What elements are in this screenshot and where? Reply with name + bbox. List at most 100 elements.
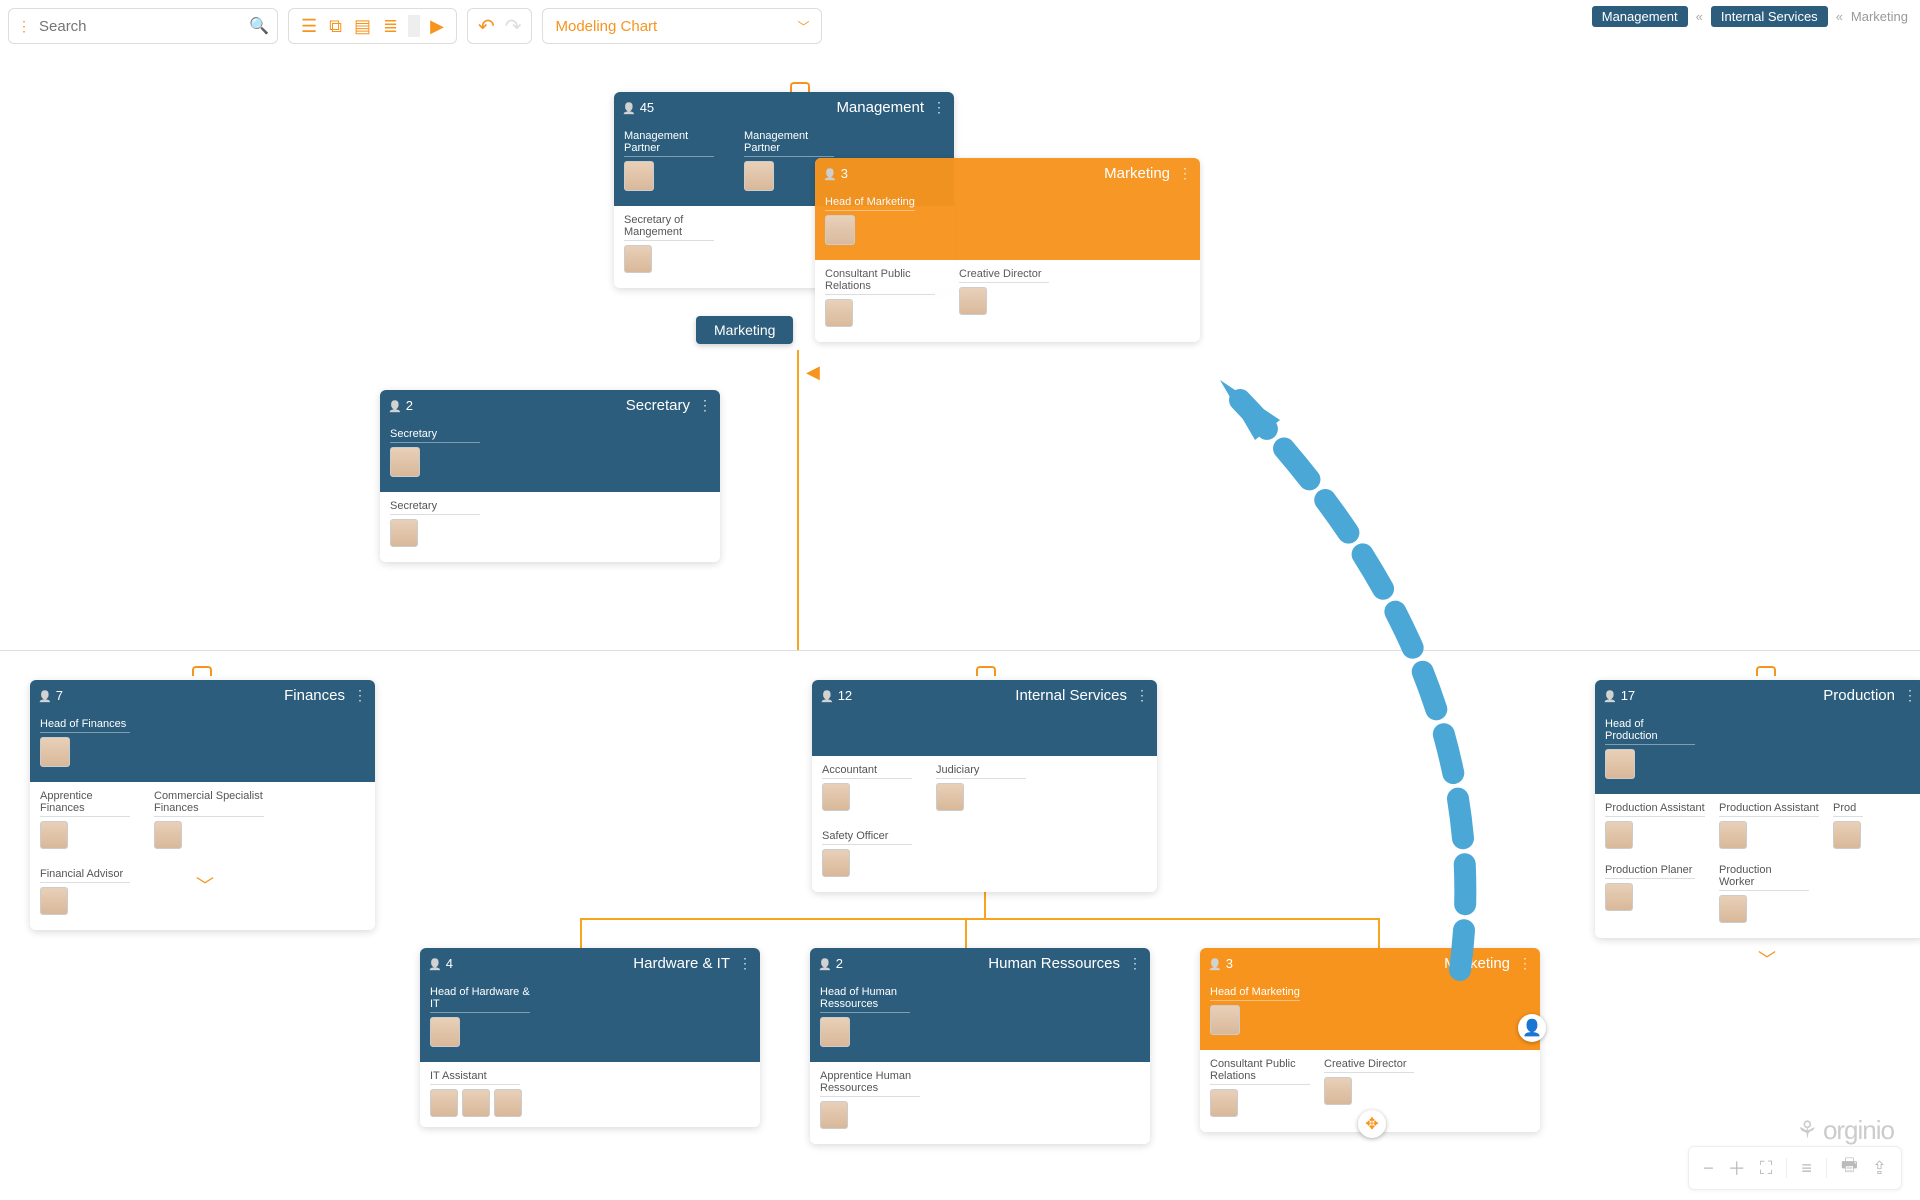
share-icon[interactable]: ⇪ bbox=[1872, 1158, 1887, 1179]
card-title: Finances bbox=[63, 687, 345, 704]
role-label: IT Assistant bbox=[430, 1070, 520, 1085]
headcount: 4 bbox=[428, 956, 453, 971]
card-tag-marketing[interactable]: Marketing bbox=[696, 316, 793, 344]
person-icon bbox=[820, 688, 834, 703]
collapse-node-icon[interactable] bbox=[192, 666, 212, 676]
avatar[interactable] bbox=[744, 161, 774, 191]
avatar[interactable] bbox=[1210, 1005, 1240, 1035]
card-title: Marketing bbox=[1233, 955, 1510, 972]
role-label: Head of Finances bbox=[40, 718, 130, 733]
avatar[interactable] bbox=[1605, 821, 1633, 849]
drag-arrow-icon bbox=[1200, 370, 1520, 990]
role-label: Head of Hardware & IT bbox=[430, 986, 530, 1013]
role-label: Management Partner bbox=[744, 130, 834, 157]
person-icon bbox=[388, 398, 402, 413]
connector bbox=[580, 918, 1380, 920]
headcount: 2 bbox=[818, 956, 843, 971]
avatar[interactable] bbox=[390, 519, 418, 547]
role-label: Head of Production bbox=[1605, 718, 1695, 745]
card-menu-icon[interactable]: ⋮ bbox=[698, 397, 712, 414]
person-icon bbox=[38, 688, 52, 703]
card-menu-icon[interactable]: ⋮ bbox=[1178, 165, 1192, 182]
avatar[interactable] bbox=[1833, 821, 1861, 849]
card-title: Production bbox=[1635, 687, 1895, 704]
avatar[interactable] bbox=[40, 887, 68, 915]
avatar[interactable] bbox=[40, 821, 68, 849]
avatar[interactable] bbox=[1210, 1089, 1238, 1117]
expand-down-icon[interactable]: ﹀ bbox=[196, 872, 214, 898]
collapse-node-icon[interactable] bbox=[976, 666, 996, 676]
avatar[interactable] bbox=[390, 447, 420, 477]
connector bbox=[0, 650, 1920, 651]
person-icon bbox=[622, 100, 636, 115]
role-label: Production Worker bbox=[1719, 864, 1809, 891]
drag-move-badge-icon[interactable]: ✥ bbox=[1358, 1110, 1386, 1138]
role-label: Consultant Public Relations bbox=[825, 268, 935, 295]
person-icon bbox=[1603, 688, 1617, 703]
card-menu-icon[interactable]: ⋮ bbox=[1128, 955, 1142, 972]
card-marketing-dragged[interactable]: 3 Marketing ⋮ Head of Marketing Consulta… bbox=[815, 158, 1200, 342]
avatar[interactable] bbox=[494, 1089, 522, 1117]
person-icon bbox=[1208, 956, 1222, 971]
avatar[interactable] bbox=[1605, 749, 1635, 779]
card-internal-services[interactable]: 12 Internal Services ⋮ Accountant Judici… bbox=[812, 680, 1157, 892]
card-production[interactable]: 17 Production ⋮ Head of Production Produ… bbox=[1595, 680, 1920, 938]
expand-down-icon[interactable]: ﹀ bbox=[1758, 946, 1776, 972]
avatar[interactable] bbox=[820, 1101, 848, 1129]
collapse-node-icon[interactable] bbox=[1756, 666, 1776, 676]
role-label: Secretary of Mangement bbox=[624, 214, 714, 241]
brand-icon: ⚘ bbox=[1796, 1116, 1817, 1145]
card-menu-icon[interactable]: ⋮ bbox=[1903, 687, 1917, 704]
separator bbox=[1826, 1158, 1827, 1178]
avatar[interactable] bbox=[462, 1089, 490, 1117]
drag-person-badge-icon[interactable]: 👤 bbox=[1518, 1014, 1546, 1042]
settings-icon[interactable]: ≡ bbox=[1801, 1158, 1812, 1179]
connector bbox=[797, 350, 799, 650]
separator bbox=[1786, 1158, 1787, 1178]
zoom-out-icon[interactable]: − bbox=[1703, 1158, 1714, 1179]
avatar[interactable] bbox=[1605, 883, 1633, 911]
card-secretary[interactable]: 2 Secretary ⋮ Secretary Secretary bbox=[380, 390, 720, 562]
card-menu-icon[interactable]: ⋮ bbox=[932, 99, 946, 116]
card-menu-icon[interactable]: ⋮ bbox=[1135, 687, 1149, 704]
role-label: Financial Advisor bbox=[40, 868, 130, 883]
avatar[interactable] bbox=[825, 215, 855, 245]
zoom-controls: − ＋ ⛶ ≡ 🖶 ⇪ bbox=[1688, 1146, 1902, 1190]
headcount: 3 bbox=[823, 166, 848, 181]
card-menu-icon[interactable]: ⋮ bbox=[353, 687, 367, 704]
print-icon[interactable]: 🖶 bbox=[1841, 1153, 1858, 1183]
zoom-in-icon[interactable]: ＋ bbox=[1728, 1155, 1746, 1181]
card-human-resources[interactable]: 2 Human Ressources ⋮ Head of Human Resso… bbox=[810, 948, 1150, 1144]
avatar[interactable] bbox=[1719, 895, 1747, 923]
headcount: 2 bbox=[388, 398, 413, 413]
back-arrow-icon[interactable]: ◀ bbox=[806, 362, 820, 383]
avatar[interactable] bbox=[1719, 821, 1747, 849]
avatar[interactable] bbox=[822, 783, 850, 811]
card-menu-icon[interactable]: ⋮ bbox=[1518, 955, 1532, 972]
headcount: 45 bbox=[622, 100, 654, 115]
avatar[interactable] bbox=[430, 1017, 460, 1047]
card-title: Hardware & IT bbox=[453, 955, 730, 972]
avatar[interactable] bbox=[959, 287, 987, 315]
collapse-node-icon[interactable] bbox=[790, 82, 810, 92]
avatar[interactable] bbox=[154, 821, 182, 849]
role-label: Production Planer bbox=[1605, 864, 1695, 879]
avatar[interactable] bbox=[624, 245, 652, 273]
avatar[interactable] bbox=[430, 1089, 458, 1117]
role-label: Judiciary bbox=[936, 764, 1026, 779]
avatar[interactable] bbox=[40, 737, 70, 767]
role-label: Creative Director bbox=[959, 268, 1049, 283]
headcount: 12 bbox=[820, 688, 852, 703]
avatar[interactable] bbox=[825, 299, 853, 327]
avatar[interactable] bbox=[624, 161, 654, 191]
card-hardware-it[interactable]: 4 Hardware & IT ⋮ Head of Hardware & IT … bbox=[420, 948, 760, 1127]
card-title: Secretary bbox=[413, 397, 690, 414]
org-chart-canvas[interactable]: 45 Management ⋮ Management Partner Manag… bbox=[0, 0, 1920, 1200]
card-marketing[interactable]: 3 Marketing ⋮ Head of Marketing Consulta… bbox=[1200, 948, 1540, 1132]
fit-screen-icon[interactable]: ⛶ bbox=[1760, 1158, 1773, 1179]
avatar[interactable] bbox=[822, 849, 850, 877]
avatar[interactable] bbox=[820, 1017, 850, 1047]
card-menu-icon[interactable]: ⋮ bbox=[738, 955, 752, 972]
avatar[interactable] bbox=[936, 783, 964, 811]
avatar[interactable] bbox=[1324, 1077, 1352, 1105]
